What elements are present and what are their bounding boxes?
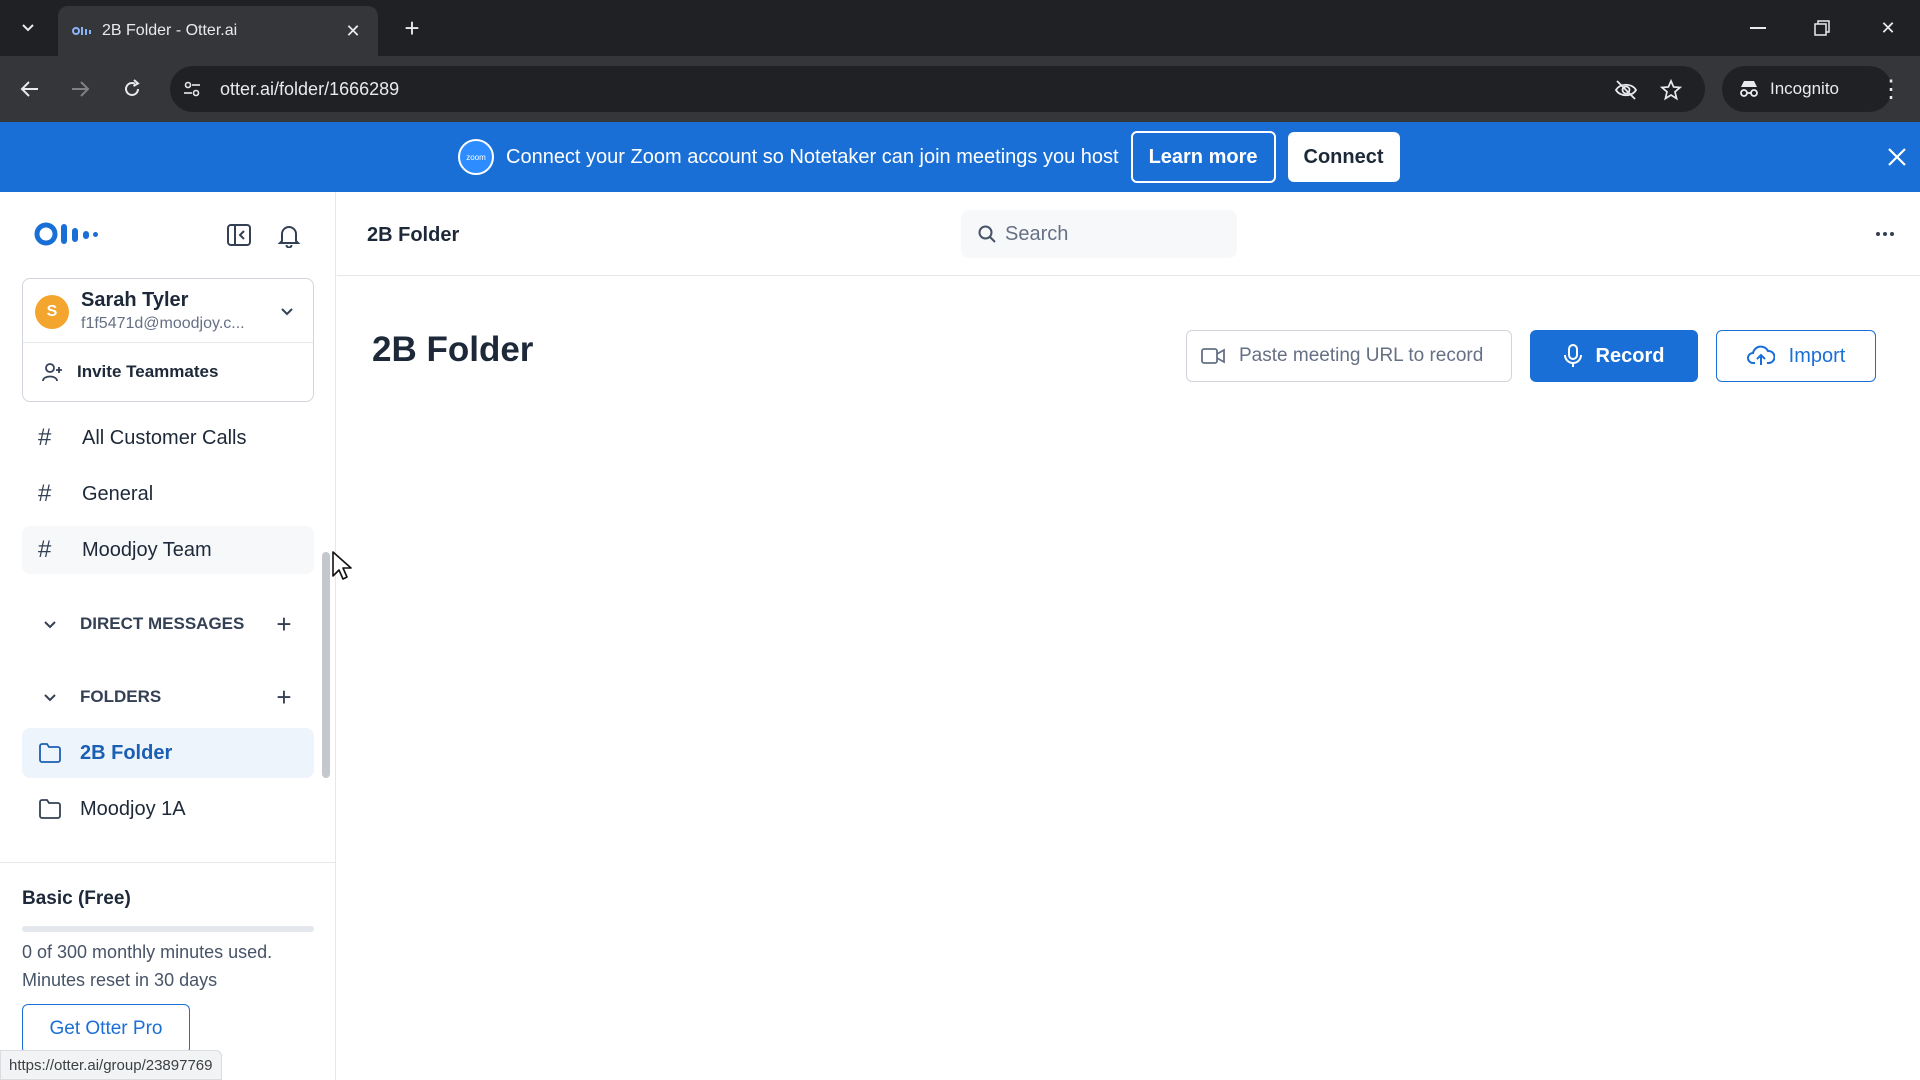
plan-title: Basic (Free) xyxy=(22,888,131,909)
usage-text: 0 of 300 monthly minutes used. Minutes r… xyxy=(22,938,322,994)
microphone-icon xyxy=(1563,344,1582,367)
banner-message: Connect your Zoom account so Notetaker c… xyxy=(506,145,1119,168)
video-camera-icon xyxy=(1201,348,1225,364)
sidebar: S Sarah Tyler f1f5471d@moodjoy.c... Invi… xyxy=(0,192,336,1080)
browser-menu-icon[interactable]: ⋮ xyxy=(1876,71,1906,107)
banner-close-icon[interactable] xyxy=(1884,144,1910,170)
hash-icon: # xyxy=(38,536,52,563)
zoom-connect-banner: zoom Connect your Zoom account so Noteta… xyxy=(0,122,1920,192)
page-title: 2B Folder xyxy=(372,330,534,369)
learn-more-button[interactable]: Learn more xyxy=(1130,131,1276,183)
chevron-down-icon[interactable] xyxy=(277,301,297,321)
bookmark-star-icon[interactable] xyxy=(1659,78,1683,101)
folder-moodjoy-1a[interactable]: Moodjoy 1A xyxy=(22,784,314,834)
usage-progress-bar xyxy=(22,926,314,932)
meeting-url-input[interactable]: Paste meeting URL to record xyxy=(1186,330,1512,382)
user-email: f1f5471d@moodjoy.c... xyxy=(81,315,245,332)
meeting-url-placeholder: Paste meeting URL to record xyxy=(1239,345,1484,366)
window-close-icon[interactable]: ✕ xyxy=(1866,10,1910,46)
invite-teammates-button[interactable]: Invite Teammates xyxy=(23,343,313,401)
sidebar-scrollbar[interactable] xyxy=(322,552,330,778)
add-direct-message-icon[interactable]: + xyxy=(272,609,296,639)
usage-line: 0 of 300 monthly minutes used. xyxy=(22,942,273,962)
reload-icon[interactable] xyxy=(114,71,150,107)
hash-icon: # xyxy=(38,424,52,451)
channel-moodjoy-team[interactable]: # Moodjoy Team xyxy=(22,526,314,574)
channel-label: General xyxy=(82,482,154,505)
chevron-down-icon xyxy=(44,694,56,702)
search-icon xyxy=(978,225,996,243)
restore-icon[interactable] xyxy=(1800,10,1844,46)
cloud-upload-icon xyxy=(1746,345,1775,365)
address-url: otter.ai/folder/1666289 xyxy=(220,78,400,99)
tab-close-icon[interactable]: ✕ xyxy=(342,21,364,42)
browser-tab-bar: 2B Folder - Otter.ai ✕ + ✕ xyxy=(0,0,1920,56)
connect-button[interactable]: Connect xyxy=(1287,132,1400,182)
channel-general[interactable]: # General xyxy=(22,470,314,518)
otter-logo[interactable] xyxy=(34,222,100,251)
main-header: 2B Folder Search xyxy=(337,192,1920,276)
channel-label: Moodjoy Team xyxy=(82,538,212,561)
eye-off-icon[interactable] xyxy=(1614,79,1638,101)
folder-2b-folder[interactable]: 2B Folder xyxy=(22,728,314,778)
collapse-sidebar-icon[interactable] xyxy=(226,222,252,248)
link-status-bar: https://otter.ai/group/23897769 xyxy=(0,1050,222,1080)
minimize-icon[interactable] xyxy=(1736,10,1780,46)
incognito-label: Incognito xyxy=(1770,79,1839,98)
folders-section[interactable]: FOLDERS + xyxy=(22,677,314,717)
add-folder-icon[interactable]: + xyxy=(272,682,296,712)
incognito-indicator[interactable]: Incognito xyxy=(1722,66,1892,112)
import-label: Import xyxy=(1788,344,1846,367)
invite-label: Invite Teammates xyxy=(77,362,219,381)
import-button[interactable]: Import xyxy=(1716,330,1876,382)
notification-bell-icon[interactable] xyxy=(276,222,302,249)
header-title: 2B Folder xyxy=(367,224,460,246)
account-switcher[interactable]: S Sarah Tyler f1f5471d@moodjoy.c... xyxy=(23,279,313,343)
search-input[interactable]: Search xyxy=(961,210,1237,258)
new-tab-plus-icon[interactable]: + xyxy=(396,12,428,44)
browser-tab[interactable]: 2B Folder - Otter.ai ✕ xyxy=(58,6,378,56)
otter-favicon-icon xyxy=(72,26,92,36)
folder-icon xyxy=(39,743,61,763)
section-label: FOLDERS xyxy=(80,687,162,706)
divider xyxy=(0,862,336,863)
hash-icon: # xyxy=(38,480,52,507)
user-name: Sarah Tyler xyxy=(81,289,189,311)
user-card: S Sarah Tyler f1f5471d@moodjoy.c... Invi… xyxy=(22,278,314,402)
direct-messages-section[interactable]: DIRECT MESSAGES + xyxy=(22,604,314,644)
search-placeholder: Search xyxy=(1005,222,1069,245)
reset-line: Minutes reset in 30 days xyxy=(22,970,218,990)
more-options-icon[interactable] xyxy=(1869,218,1901,250)
avatar: S xyxy=(35,295,69,329)
forward-arrow-icon[interactable] xyxy=(62,71,98,107)
back-arrow-icon[interactable] xyxy=(12,71,48,107)
site-settings-icon[interactable] xyxy=(182,79,202,99)
chevron-down-icon xyxy=(44,621,56,629)
folder-icon xyxy=(39,799,61,819)
tab-title: 2B Folder - Otter.ai xyxy=(102,22,238,39)
get-otter-pro-button[interactable]: Get Otter Pro xyxy=(22,1004,190,1054)
add-user-icon xyxy=(42,363,62,382)
channel-all-customer-calls[interactable]: # All Customer Calls xyxy=(22,414,314,462)
mouse-cursor-icon xyxy=(332,551,352,580)
channel-label: All Customer Calls xyxy=(82,426,247,449)
tab-search-chevron-icon[interactable] xyxy=(8,8,48,48)
folder-label: 2B Folder xyxy=(80,741,173,764)
folder-label: Moodjoy 1A xyxy=(80,797,186,820)
incognito-icon xyxy=(1740,81,1758,97)
record-label: Record xyxy=(1595,344,1665,367)
zoom-logo-icon: zoom xyxy=(458,139,494,175)
address-bar[interactable]: otter.ai/folder/1666289 xyxy=(170,66,1705,112)
browser-toolbar: otter.ai/folder/1666289 Incognito ⋮ xyxy=(0,56,1920,122)
section-label: DIRECT MESSAGES xyxy=(80,614,245,633)
record-button[interactable]: Record xyxy=(1530,330,1698,382)
